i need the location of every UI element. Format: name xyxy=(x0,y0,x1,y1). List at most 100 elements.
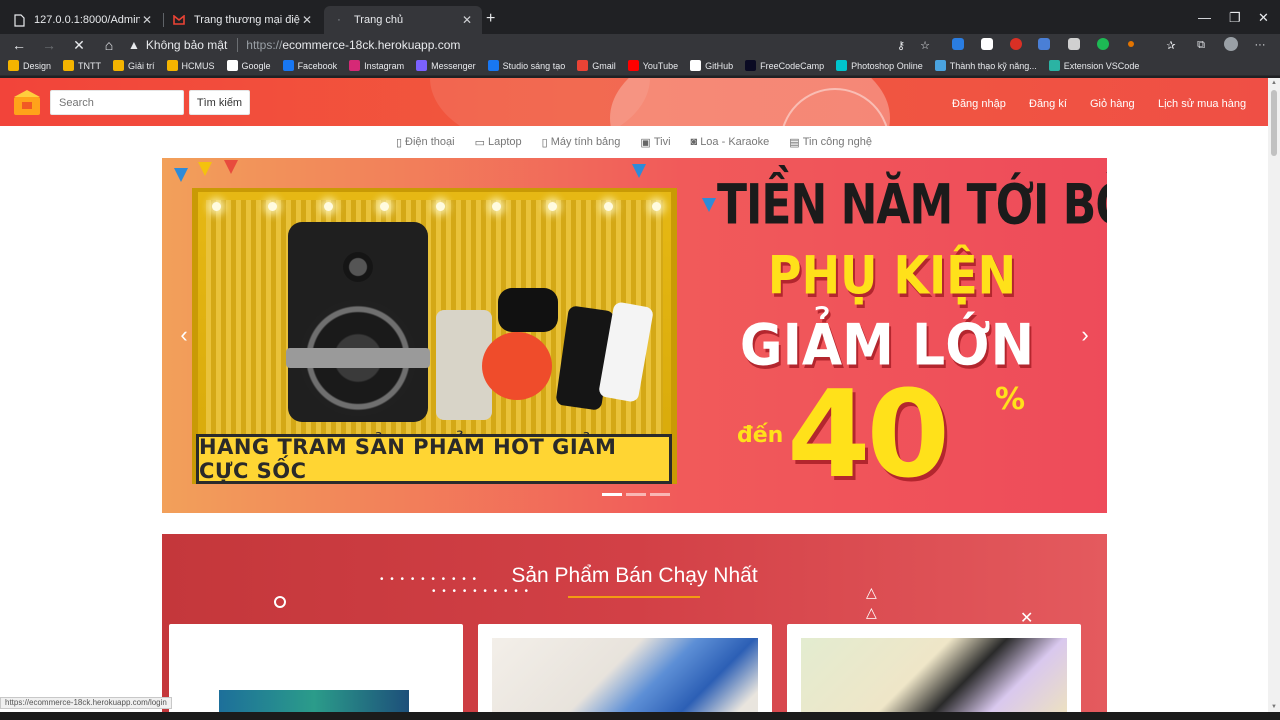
bookmark-item[interactable]: Thành thạo kỹ năng... xyxy=(934,60,1037,71)
home-icon[interactable]: ⌂ xyxy=(94,37,124,53)
speaker-product-image xyxy=(286,222,430,422)
promo-carousel[interactable]: HÀNG TRĂM SẢN PHẨM HOT GIẢM CỰC SỐC TIỀN… xyxy=(162,158,1107,513)
bookmark-favicon-icon xyxy=(416,60,428,71)
category-tablet[interactable]: ▯ Máy tính bảng xyxy=(542,136,621,149)
product-card[interactable] xyxy=(169,624,463,712)
taskbar-strip xyxy=(0,712,1280,720)
close-tab-icon[interactable]: ✕ xyxy=(140,13,154,27)
minimize-icon[interactable]: — xyxy=(1198,10,1211,25)
scroll-up-icon[interactable]: ▲ xyxy=(1271,80,1277,86)
bookmark-label: Gmail xyxy=(592,60,616,71)
bookmark-item[interactable]: GitHub xyxy=(690,60,733,71)
bookmark-item[interactable]: Extension VSCode xyxy=(1048,60,1140,71)
category-menu: ▯ Điện thoại ▭ Laptop ▯ Máy tính bảng ▣ … xyxy=(0,130,1268,154)
tab-home-active[interactable]: · Trang chủ ✕ xyxy=(324,6,482,34)
close-tab-icon[interactable]: ✕ xyxy=(460,13,474,27)
bookmark-item[interactable]: TNTT xyxy=(63,60,101,71)
tab-admin[interactable]: 127.0.0.1:8000/Admin ✕ xyxy=(4,6,162,34)
bookmark-item[interactable]: Gmail xyxy=(577,60,616,71)
register-link[interactable]: Đăng kí xyxy=(1029,98,1067,110)
new-tab-icon[interactable]: + xyxy=(486,10,495,28)
security-label[interactable]: Không bảo mật xyxy=(146,38,227,52)
scroll-down-icon[interactable]: ▼ xyxy=(1271,704,1277,710)
category-tech-news[interactable]: ▤ Tin công nghệ xyxy=(789,136,872,149)
category-laptop[interactable]: ▭ Laptop xyxy=(475,136,522,149)
product-image[interactable] xyxy=(801,638,1067,712)
product-image[interactable] xyxy=(492,638,758,712)
back-icon[interactable]: ← xyxy=(4,37,34,53)
bookmark-item[interactable]: Instagram xyxy=(349,60,404,71)
page-scrollbar[interactable]: ▲ ▼ xyxy=(1268,78,1280,712)
bookmark-label: YouTube xyxy=(642,60,679,71)
mini-speaker-product-image xyxy=(482,332,552,400)
stop-loading-icon[interactable]: ✕ xyxy=(64,37,94,54)
bookmarks-bar: Design TNTT Giải trí HCMUS Google Facebook Ins… xyxy=(0,56,1280,76)
category-label: Laptop xyxy=(487,136,522,148)
collections-icon[interactable]: ⧉ xyxy=(1193,37,1209,53)
extension-icon[interactable] xyxy=(1010,38,1022,50)
avatar[interactable] xyxy=(1224,37,1238,51)
product-image[interactable] xyxy=(219,690,409,712)
key-icon[interactable]: ⚷ xyxy=(893,37,909,53)
tab-gmail[interactable]: Trang thương mại điện tử - tong ✕ xyxy=(164,6,322,34)
bookmark-item[interactable]: Studio sáng tạo xyxy=(487,60,565,71)
bookmark-favicon-icon xyxy=(226,60,238,71)
carousel-indicator[interactable] xyxy=(650,493,670,496)
carousel-prev-icon[interactable]: ‹ xyxy=(162,318,206,352)
bunting-decoration xyxy=(224,160,238,174)
circle-decoration xyxy=(274,596,286,608)
bunting-decoration xyxy=(198,162,212,176)
category-label: Điện thoại xyxy=(405,136,455,148)
restore-icon[interactable]: ❐ xyxy=(1229,10,1241,26)
star-icon[interactable]: ☆ xyxy=(917,37,933,53)
extension-icon[interactable] xyxy=(1038,38,1050,50)
close-window-icon[interactable]: ✕ xyxy=(1258,10,1269,26)
login-link[interactable]: Đăng nhập xyxy=(952,98,1006,110)
favorites-icon[interactable]: ✰ xyxy=(1163,37,1179,53)
bookmark-item[interactable]: HCMUS xyxy=(166,60,215,71)
tab-strip: 127.0.0.1:8000/Admin ✕ Trang thương mại … xyxy=(0,0,1280,34)
scrollbar-thumb[interactable] xyxy=(1271,90,1277,156)
bookmark-label: Google xyxy=(241,60,271,71)
bookmark-item[interactable]: Google xyxy=(226,60,271,71)
carousel-indicator[interactable] xyxy=(602,493,622,496)
close-tab-icon[interactable]: ✕ xyxy=(300,13,314,27)
shop-logo-icon[interactable] xyxy=(12,88,42,116)
bookmark-item[interactable]: YouTube xyxy=(627,60,679,71)
url-host[interactable]: ecommerce-18ck.herokuapp.com xyxy=(282,38,460,52)
product-card[interactable] xyxy=(787,624,1081,712)
bunting-decoration xyxy=(632,164,646,178)
search-input[interactable] xyxy=(50,90,184,115)
extension-icon[interactable] xyxy=(952,38,964,50)
page-viewport: Tìm kiếm Đăng nhập Đăng kí Giỏ hàng Lịch… xyxy=(0,78,1268,712)
category-phone[interactable]: ▯ Điện thoại xyxy=(396,136,455,149)
bookmark-item[interactable]: FreeCodeCamp xyxy=(745,60,824,71)
news-icon: ▤ xyxy=(789,136,800,149)
product-card[interactable] xyxy=(478,624,772,712)
url-scheme[interactable]: https:// xyxy=(246,38,282,52)
section-title: Sản Phẩm Bán Chạy Nhất xyxy=(511,564,758,587)
bookmark-item[interactable]: Photoshop Online xyxy=(836,60,923,71)
extension-icon[interactable] xyxy=(1097,38,1109,50)
category-speaker[interactable]: ◙ Loa - Karaoke xyxy=(691,136,770,148)
bookmark-item[interactable]: Facebook xyxy=(282,60,337,71)
carousel-next-icon[interactable]: › xyxy=(1063,318,1107,352)
bookmark-item[interactable]: Design xyxy=(8,60,51,71)
carousel-indicator[interactable] xyxy=(626,493,646,496)
cart-link[interactable]: Giỏ hàng xyxy=(1090,98,1135,110)
more-icon[interactable]: ··· xyxy=(1252,37,1268,53)
extension-icon[interactable] xyxy=(1068,38,1080,50)
address-bar[interactable]: ▲ Không bảo mật https:// ecommerce-18ck.… xyxy=(128,35,946,55)
bookmark-item[interactable]: Giải trí xyxy=(113,60,155,71)
bookmark-label: Extension VSCode xyxy=(1063,60,1140,71)
bookmark-label: Photoshop Online xyxy=(851,60,923,71)
bookmark-item[interactable]: Messenger xyxy=(416,60,476,71)
purchase-history-link[interactable]: Lịch sử mua hàng xyxy=(1158,98,1246,110)
warning-icon[interactable]: ▲ xyxy=(128,38,140,52)
category-tv[interactable]: ▣ Tivi xyxy=(640,136,670,149)
search-button[interactable]: Tìm kiếm xyxy=(189,90,250,115)
extension-icon[interactable] xyxy=(981,38,993,50)
forward-icon[interactable]: → xyxy=(34,37,64,53)
extension-icon[interactable] xyxy=(1128,41,1134,47)
bunting-decoration xyxy=(174,168,188,182)
